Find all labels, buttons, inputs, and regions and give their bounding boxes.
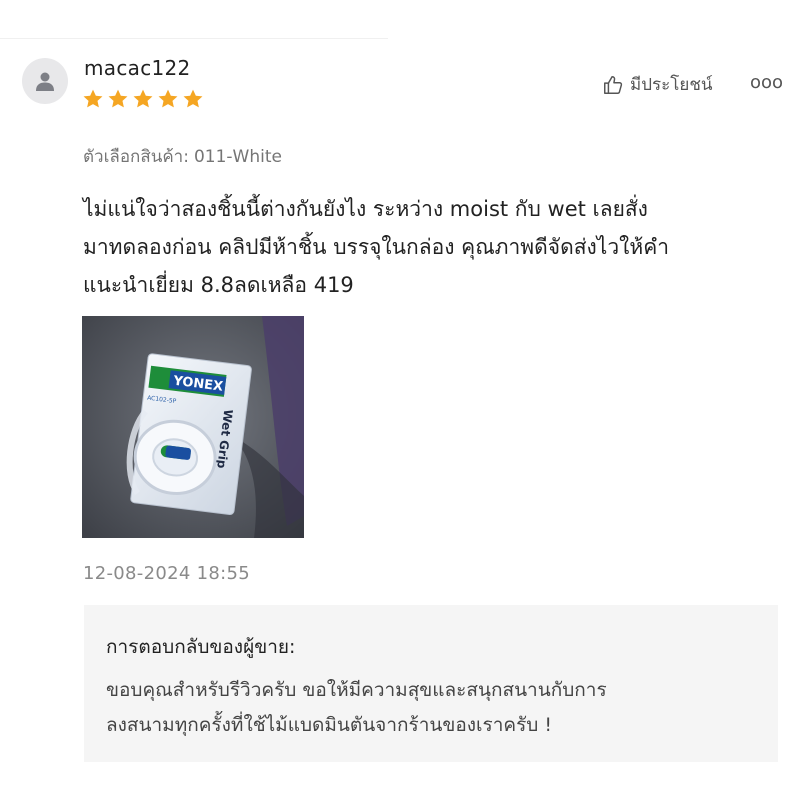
reviewer-username: macac122 [84, 56, 191, 80]
helpful-label: มีประโยชน์ [630, 75, 713, 95]
star-icon [83, 89, 103, 108]
review-text-line: ไม่แน่ใจว่าสองชิ้นนี้ต่างกันยังไง ระหว่า… [83, 197, 648, 221]
thumbs-up-icon [604, 75, 623, 94]
top-divider [0, 38, 388, 39]
review-photo[interactable]: YONEX AC102-5P Wet Grip [82, 316, 304, 538]
star-icon [108, 89, 128, 108]
variation-value: 011-White [193, 147, 282, 167]
product-variation: ตัวเลือกสินค้า: 011-White [83, 143, 282, 170]
review-text-line: มาทดลองก่อน คลิปมีห้าชิ้น บรรจุในกล่อง ค… [83, 235, 670, 259]
star-icon [183, 89, 203, 108]
avatar[interactable] [22, 58, 68, 104]
review-text-line: แนะนำเยี่ยม 8.8ลดเหลือ 419 [83, 273, 354, 297]
seller-reply-line: ขอบคุณสำหรับรีวิวครับ ขอให้มีความสุขและส… [106, 679, 607, 701]
seller-reply-line: ลงสนามทุกครั้งที่ใช้ไม้แบดมินตันจากร้านข… [106, 714, 553, 736]
review-text: ไม่แน่ใจว่าสองชิ้นนี้ต่างกันยังไง ระหว่า… [83, 190, 783, 304]
star-rating [82, 88, 204, 110]
seller-reply-title: การตอบกลับของผู้ขาย: [106, 636, 296, 658]
star-icon [158, 89, 178, 108]
seller-reply-text: ขอบคุณสำหรับรีวิวครับ ขอให้มีความสุขและส… [106, 673, 766, 743]
more-options-button[interactable]: ooo [750, 72, 783, 93]
review-timestamp: 12-08-2024 18:55 [83, 563, 251, 584]
person-icon [36, 72, 54, 91]
helpful-button[interactable]: มีประโยชน์ [602, 71, 713, 98]
star-icon [133, 89, 153, 108]
seller-reply-box: การตอบกลับของผู้ขาย: ขอบคุณสำหรับรีวิวคร… [84, 605, 778, 762]
variation-label: ตัวเลือกสินค้า: [83, 147, 189, 167]
